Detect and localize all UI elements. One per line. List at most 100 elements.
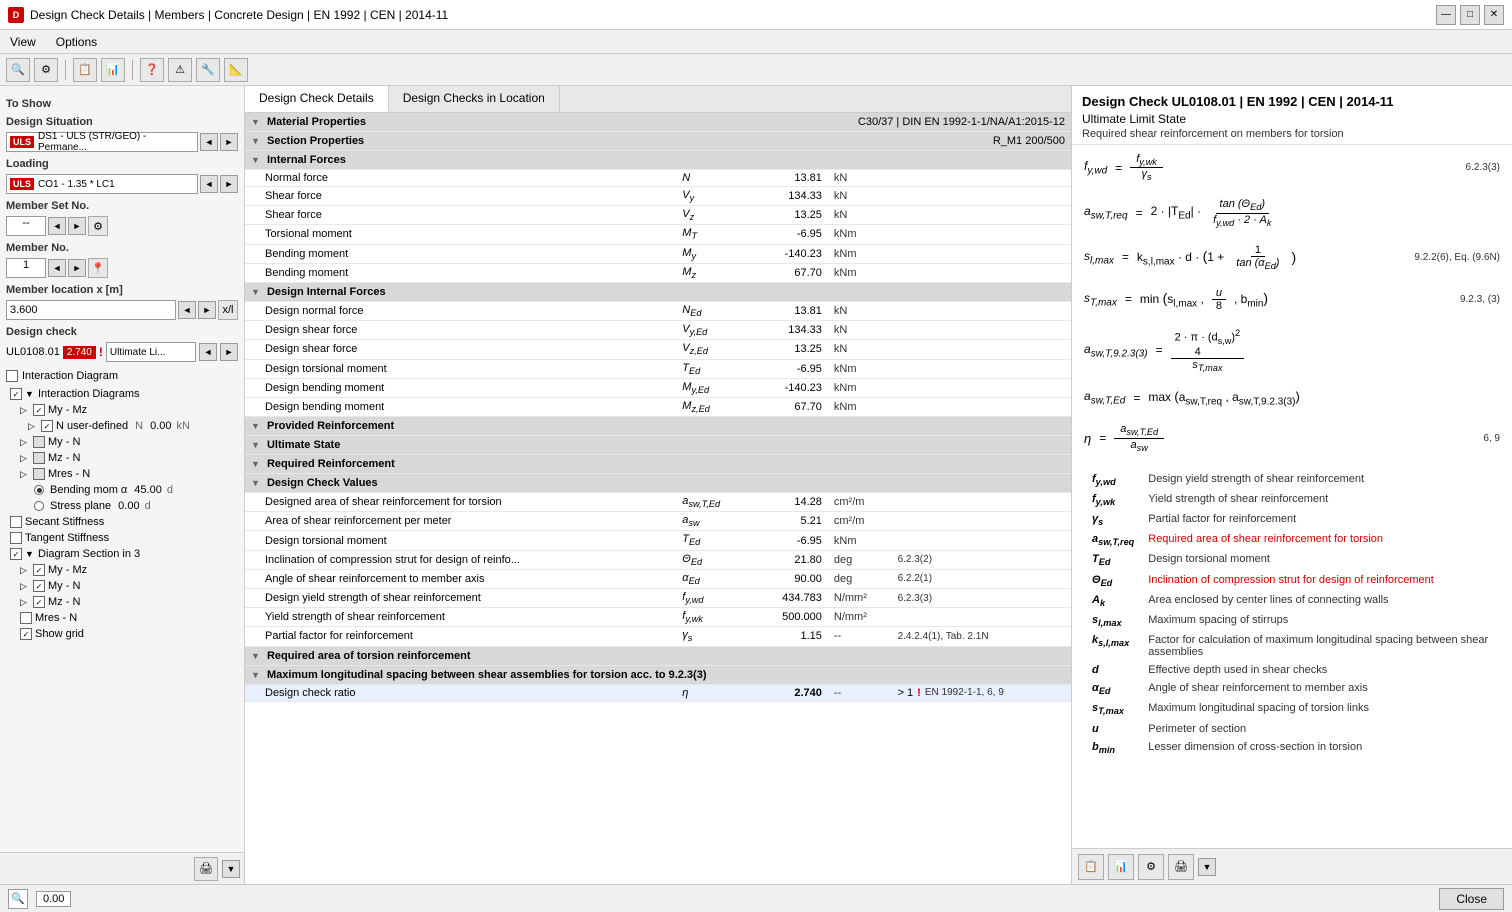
tab-design-checks-location[interactable]: Design Checks in Location (389, 86, 560, 112)
loc-next-btn[interactable]: ► (198, 301, 216, 319)
rp-btn-4[interactable]: 🖨 (1168, 854, 1194, 880)
toolbar-btn-1[interactable]: 🔍 (6, 58, 30, 82)
print-btn[interactable]: 🖨 (194, 857, 218, 881)
tree-n-user[interactable]: ▷ ✓ N user-defined N 0.00 kN (6, 418, 238, 434)
mz-n-checkbox[interactable] (33, 452, 45, 464)
my-n-2-expand[interactable]: ▷ (20, 581, 30, 592)
tab-design-check-details[interactable]: Design Check Details (245, 86, 389, 112)
n-user-expand[interactable]: ▷ (28, 421, 38, 432)
required-torsion-expand[interactable]: ▼ (251, 651, 260, 661)
ds-prev-btn[interactable]: ◄ (200, 133, 218, 151)
ultimate-state-expand[interactable]: ▼ (251, 440, 260, 450)
secant-checkbox[interactable] (10, 516, 22, 528)
tree-tangent[interactable]: Tangent Stiffness (6, 530, 238, 546)
ds-next-btn[interactable]: ► (220, 133, 238, 151)
toolbar-btn-7[interactable]: 🔧 (196, 58, 220, 82)
id-checkbox[interactable]: ✓ (10, 388, 22, 400)
my-n-expand[interactable]: ▷ (20, 437, 30, 448)
dc-next-btn[interactable]: ► (220, 343, 238, 361)
close-window-button[interactable]: ✕ (1484, 5, 1504, 25)
ms-next-btn[interactable]: ► (68, 217, 86, 235)
status-search-btn[interactable]: 🔍 (8, 889, 28, 909)
my-mz-2-checkbox[interactable]: ✓ (33, 564, 45, 576)
rp-expand-btn[interactable]: ▼ (1198, 858, 1216, 876)
ms-prev-btn[interactable]: ◄ (48, 217, 66, 235)
mn-prev-btn[interactable]: ◄ (48, 259, 66, 277)
max-spacing-expand[interactable]: ▼ (251, 670, 260, 680)
loading-next-btn[interactable]: ► (220, 175, 238, 193)
loc-rel-btn[interactable]: x/l (218, 300, 238, 320)
stress-radio[interactable] (34, 501, 44, 511)
required-reinf-expand[interactable]: ▼ (251, 459, 260, 469)
mz-n-2-checkbox[interactable]: ✓ (33, 596, 45, 608)
tree-interaction-diagrams[interactable]: ✓ ▼ Interaction Diagrams (6, 386, 238, 402)
toolbar-btn-2[interactable]: ⚙ (34, 58, 58, 82)
tangent-checkbox[interactable] (10, 532, 22, 544)
my-n-2-checkbox[interactable]: ✓ (33, 580, 45, 592)
loading-prev-btn[interactable]: ◄ (200, 175, 218, 193)
member-no-input[interactable]: 1 (6, 258, 46, 278)
interaction-diagram-label[interactable]: Interaction Diagram (6, 370, 238, 382)
design-situation-combo[interactable]: ULS DS1 - ULS (STR/GEO) - Permane... (6, 132, 198, 152)
loc-prev-btn[interactable]: ◄ (178, 301, 196, 319)
material-expand-icon[interactable]: ▼ (251, 117, 260, 127)
my-mz-checkbox[interactable]: ✓ (33, 404, 45, 416)
provided-reinf-expand[interactable]: ▼ (251, 421, 260, 431)
rp-btn-3[interactable]: ⚙ (1138, 854, 1164, 880)
n-user-checkbox[interactable]: ✓ (41, 420, 53, 432)
toolbar-btn-5[interactable]: ❓ (140, 58, 164, 82)
toolbar-btn-4[interactable]: 📊 (101, 58, 125, 82)
tree-my-mz-1[interactable]: ▷ ✓ My - Mz (6, 402, 238, 418)
mn-action-btn[interactable]: 📍 (88, 258, 108, 278)
mres-n-2-checkbox[interactable] (20, 612, 32, 624)
internal-forces-expand[interactable]: ▼ (251, 155, 260, 165)
mz-n-2-expand[interactable]: ▷ (20, 597, 30, 608)
dc-prev-btn[interactable]: ◄ (199, 343, 217, 361)
bending-radio[interactable] (34, 485, 44, 495)
tree-mz-n-2[interactable]: ▷ ✓ Mz - N (6, 594, 238, 610)
maximize-button[interactable]: □ (1460, 5, 1480, 25)
toolbar-btn-6[interactable]: ⚠ (168, 58, 192, 82)
tree-bending-mom[interactable]: Bending mom α 45.00 d (6, 482, 238, 498)
tree-mres-n-2[interactable]: Mres - N (6, 610, 238, 626)
design-check-type[interactable]: Ultimate Li... (106, 342, 196, 362)
section-expand-icon[interactable]: ▼ (251, 136, 260, 146)
tree-mz-n[interactable]: ▷ Mz - N (6, 450, 238, 466)
id-expand[interactable]: ▼ (25, 389, 35, 399)
close-button[interactable]: Close (1439, 888, 1504, 910)
rp-btn-2[interactable]: 📊 (1108, 854, 1134, 880)
tree-secant[interactable]: Secant Stiffness (6, 514, 238, 530)
rp-btn-1[interactable]: 📋 (1078, 854, 1104, 880)
my-mz-expand[interactable]: ▷ (20, 405, 30, 416)
tree-diagram-section[interactable]: ✓ ▼ Diagram Section in 3 (6, 546, 238, 562)
mres-n-checkbox[interactable] (33, 468, 45, 480)
tree-my-n-2[interactable]: ▷ ✓ My - N (6, 578, 238, 594)
toolbar-btn-8[interactable]: 📐 (224, 58, 248, 82)
tree-show-grid[interactable]: ✓ Show grid (6, 626, 238, 642)
member-loc-combo[interactable]: 3.600 (6, 300, 176, 320)
my-mz-2-expand[interactable]: ▷ (20, 565, 30, 576)
show-grid-checkbox[interactable]: ✓ (20, 628, 32, 640)
loading-combo[interactable]: ULS CO1 - 1.35 * LC1 (6, 174, 198, 194)
design-forces-expand[interactable]: ▼ (251, 287, 260, 297)
ms-action-btn[interactable]: ⚙ (88, 216, 108, 236)
diagram-section-checkbox[interactable]: ✓ (10, 548, 22, 560)
tree-stress-plane[interactable]: Stress plane 0.00 d (6, 498, 238, 514)
print-expand-btn[interactable]: ▼ (222, 860, 240, 878)
my-n-checkbox[interactable] (33, 436, 45, 448)
menu-view[interactable]: View (6, 33, 40, 51)
mres-n-expand[interactable]: ▷ (20, 469, 30, 480)
member-set-input[interactable]: -- (6, 216, 46, 236)
mz-n-expand[interactable]: ▷ (20, 453, 30, 464)
interaction-diagram-checkbox[interactable] (6, 370, 18, 382)
menu-options[interactable]: Options (52, 33, 101, 51)
check-values-expand[interactable]: ▼ (251, 478, 260, 488)
diagram-section-expand[interactable]: ▼ (25, 549, 35, 559)
mn-next-btn[interactable]: ► (68, 259, 86, 277)
tree-my-n[interactable]: ▷ My - N (6, 434, 238, 450)
tree-mres-n[interactable]: ▷ Mres - N (6, 466, 238, 482)
tree-my-mz-2[interactable]: ▷ ✓ My - Mz (6, 562, 238, 578)
minimize-button[interactable]: — (1436, 5, 1456, 25)
toolbar-btn-3[interactable]: 📋 (73, 58, 97, 82)
center-scroll[interactable]: ▼ Material Properties C30/37 | DIN EN 19… (245, 113, 1071, 884)
